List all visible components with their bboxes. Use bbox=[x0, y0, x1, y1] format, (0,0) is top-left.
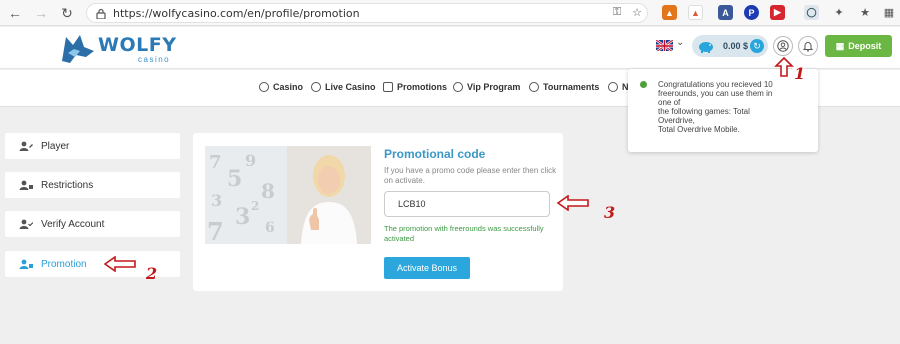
sidebar-item-label: Player bbox=[41, 140, 70, 152]
logo[interactable]: WOLFY casino bbox=[58, 29, 178, 67]
menu-label: Promotions bbox=[397, 82, 448, 92]
notification-line: the following games: Total bbox=[658, 107, 750, 116]
svg-text:7: 7 bbox=[209, 152, 222, 173]
profile-button[interactable] bbox=[773, 36, 793, 56]
annotation-arrow-left-icon bbox=[556, 195, 589, 211]
annotation-arrow-up-icon bbox=[774, 56, 794, 77]
svg-text:9: 9 bbox=[245, 151, 256, 170]
sidebar-item-label: Restrictions bbox=[41, 179, 94, 191]
sidebar-item-label: Verify Account bbox=[41, 218, 105, 230]
annotation-number-3: 3 bbox=[604, 203, 616, 222]
annotation-number-1: 1 bbox=[794, 64, 806, 83]
star-icon[interactable]: ☆ bbox=[630, 5, 644, 19]
extensions-puzzle-icon[interactable]: ✦ bbox=[832, 5, 846, 19]
notification-line: freerounds, you can use them in bbox=[658, 89, 773, 98]
p-extension-icon[interactable]: P bbox=[744, 5, 759, 20]
wallet-icon: ▦ bbox=[835, 40, 845, 51]
metamask-icon[interactable]: ▲ bbox=[662, 5, 677, 20]
svg-text:3: 3 bbox=[211, 191, 222, 210]
logo-word: WOLFY bbox=[98, 34, 177, 56]
deposit-button[interactable]: ▦ Deposit bbox=[825, 35, 892, 57]
back-icon[interactable]: ← bbox=[6, 4, 24, 22]
promo-panel: 7 5 9 8 3 3 7 6 2 Promotional code If yo… bbox=[193, 133, 563, 291]
news-icon bbox=[608, 82, 618, 92]
shield-icon[interactable]: ◯ bbox=[804, 5, 819, 20]
reload-icon[interactable]: ↻ bbox=[58, 4, 76, 22]
menu-label: Tournaments bbox=[543, 82, 600, 92]
promo-description: If you have a promo code please enter th… bbox=[384, 166, 557, 185]
bell-icon bbox=[802, 42, 814, 52]
notification-line: one of bbox=[658, 98, 681, 107]
promo-image: 7 5 9 8 3 3 7 6 2 bbox=[205, 146, 371, 244]
sidebar-item-player[interactable]: Player bbox=[5, 133, 180, 159]
collections-icon[interactable]: ▦ bbox=[882, 5, 896, 19]
menu-label: Casino bbox=[273, 82, 304, 92]
menu-more[interactable]: N bbox=[608, 82, 629, 92]
forward-icon[interactable]: → bbox=[32, 4, 50, 22]
menu-casino[interactable]: Casino bbox=[259, 82, 303, 92]
svg-text:5: 5 bbox=[227, 166, 242, 192]
notification-line: Overdrive, bbox=[658, 116, 695, 125]
svg-text:8: 8 bbox=[261, 179, 275, 203]
logo-subtitle: casino bbox=[138, 55, 171, 64]
balance-widget[interactable]: 0.00 $ ↻ bbox=[692, 35, 768, 57]
menu-label: Vip Program bbox=[467, 82, 521, 92]
trophy-icon bbox=[529, 82, 539, 92]
sidebar-item-label: Promotion bbox=[41, 258, 87, 270]
user-lock-icon bbox=[19, 180, 33, 190]
svg-text:3: 3 bbox=[235, 204, 250, 230]
lock-icon bbox=[95, 7, 107, 19]
sidebar-item-restrictions[interactable]: Restrictions bbox=[5, 172, 180, 198]
svg-text:2: 2 bbox=[251, 199, 259, 213]
menu-tournaments[interactable]: Tournaments bbox=[529, 82, 599, 92]
menu-promotions[interactable]: Promotions bbox=[383, 82, 447, 92]
favorites-icon[interactable]: ★ bbox=[858, 5, 872, 19]
user-gift-icon bbox=[19, 259, 33, 269]
annotation-number-2: 2 bbox=[146, 264, 158, 283]
browser-toolbar: ← → ↻ https://wolfycasino.com/en/profile… bbox=[0, 0, 900, 26]
menu-label: Live Casino bbox=[325, 82, 376, 92]
wolf-logo-icon bbox=[62, 35, 94, 63]
promo-code-input[interactable] bbox=[384, 191, 550, 217]
menu-live-casino[interactable]: Live Casino bbox=[311, 82, 376, 92]
url-text: https://wolfycasino.com/en/profile/promo… bbox=[113, 6, 360, 20]
deposit-label: Deposit bbox=[848, 41, 882, 51]
gitlab-icon[interactable]: ▲ bbox=[688, 5, 703, 20]
notification-popup: Congratulations you recieved 10 freeroun… bbox=[628, 63, 818, 152]
user-icon bbox=[777, 40, 789, 52]
annotation-arrow-left-icon bbox=[103, 256, 136, 272]
notification-line: Total Overdrive Mobile. bbox=[658, 125, 740, 134]
piggy-bank-icon bbox=[699, 42, 713, 53]
promo-success-message: The promotion with freerounds was succes… bbox=[384, 224, 544, 243]
site-header: WOLFY casino ⌄ 0.00 $ ↻ ▦ Deposit bbox=[0, 27, 900, 69]
casino-chip-icon bbox=[259, 82, 269, 92]
svg-text:7: 7 bbox=[207, 217, 224, 244]
extension-icon[interactable]: A bbox=[718, 5, 733, 20]
live-casino-icon bbox=[311, 82, 321, 92]
refresh-balance-icon[interactable]: ↻ bbox=[750, 39, 764, 53]
notification-line: Congratulations you recieved 10 bbox=[658, 80, 773, 89]
uk-flag-icon[interactable] bbox=[656, 39, 673, 51]
menu-vip-program[interactable]: Vip Program bbox=[453, 82, 520, 92]
gift-icon bbox=[383, 82, 393, 92]
chevron-down-icon[interactable]: ⌄ bbox=[676, 37, 684, 48]
sidebar-item-verify-account[interactable]: Verify Account bbox=[5, 211, 180, 237]
crown-icon bbox=[453, 82, 463, 92]
notifications-button[interactable] bbox=[798, 36, 818, 56]
record-extension-icon[interactable]: ▶ bbox=[770, 5, 785, 20]
key-icon[interactable]: ⚿ bbox=[610, 5, 624, 19]
activate-bonus-button[interactable]: Activate Bonus bbox=[384, 257, 470, 279]
svg-text:6: 6 bbox=[265, 220, 275, 236]
address-bar[interactable]: https://wolfycasino.com/en/profile/promo… bbox=[86, 3, 648, 23]
success-dot-icon bbox=[640, 81, 647, 88]
balance-amount: 0.00 $ bbox=[723, 41, 749, 51]
user-check-icon bbox=[19, 219, 33, 229]
user-edit-icon bbox=[19, 141, 33, 151]
promo-title: Promotional code bbox=[384, 147, 486, 161]
